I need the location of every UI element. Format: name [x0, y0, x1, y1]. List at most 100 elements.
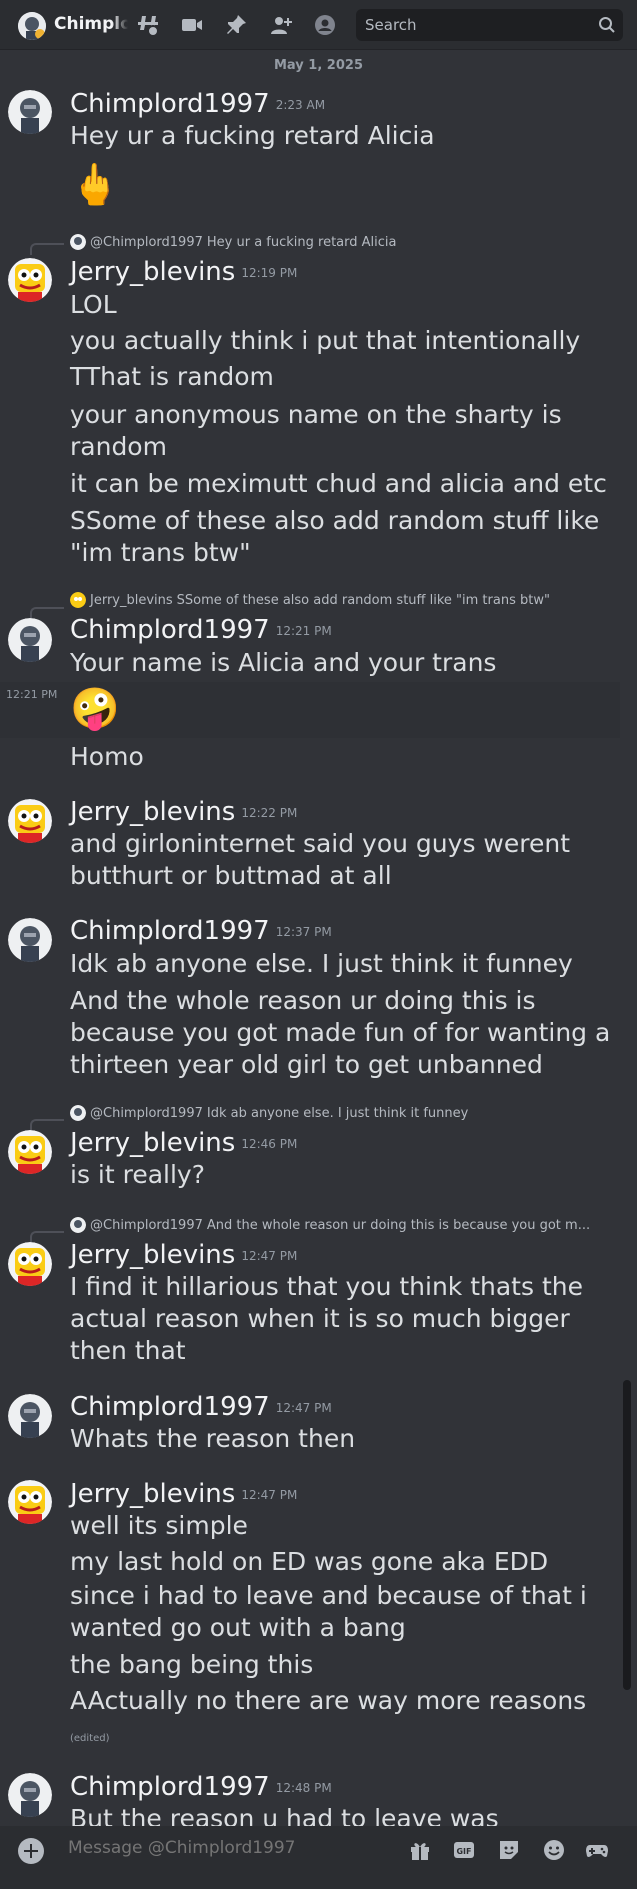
search-placeholder: Search [365, 16, 417, 34]
message-timestamp: 12:46 PM [241, 1136, 298, 1151]
profile-icon[interactable] [313, 13, 337, 37]
reply-text: And the whole reason ur doing this is be… [206, 1217, 591, 1233]
header-avatar[interactable] [18, 12, 46, 40]
reply-reference[interactable]: @Chimplord1997 Idk ab anyone else. I jus… [70, 1105, 468, 1121]
search-icon[interactable] [597, 15, 617, 35]
reply-author: Jerry_blevins [90, 592, 173, 608]
threads-icon[interactable] [136, 13, 160, 37]
message-author[interactable]: Jerry_blevins 12:22 PM [70, 797, 297, 828]
reply-spine [30, 243, 64, 255]
search-bar[interactable]: Search [356, 9, 623, 41]
message-author[interactable]: Jerry_blevins 12:19 PM [70, 257, 297, 288]
message-author[interactable]: Chimplord1997 12:47 PM [70, 1392, 332, 1423]
message-input[interactable] [68, 1838, 388, 1858]
header-title[interactable]: Chimplord1997 [54, 14, 128, 34]
gif-icon[interactable]: GIF [451, 1837, 477, 1863]
date-separator: May 1, 2025 [273, 58, 363, 73]
avatar-chimplord[interactable] [8, 1394, 52, 1438]
message-line: you actually think i put that intentiona… [70, 326, 581, 355]
avatar-jerry[interactable] [8, 258, 52, 302]
message-line: TThat is random [70, 362, 274, 391]
reply-reference[interactable]: Jerry_blevins SSome of these also add ra… [70, 592, 550, 608]
message-timestamp: 12:21 PM [275, 623, 332, 638]
gift-icon[interactable] [407, 1837, 433, 1863]
message-line: since i had to leave and because of that… [70, 1581, 587, 1610]
message-line: then that [70, 1336, 186, 1365]
reply-text: Hey ur a fucking retard Alicia [206, 234, 397, 250]
message-line: wanted go out with a bang [70, 1613, 406, 1642]
message-author[interactable]: Jerry_blevins 12:47 PM [70, 1479, 297, 1510]
message-timestamp: 12:37 PM [275, 924, 332, 939]
activity-icon[interactable] [584, 1837, 610, 1863]
reply-reference[interactable]: @Chimplord1997 Hey ur a fucking retard A… [70, 234, 396, 250]
sticker-icon[interactable] [496, 1837, 522, 1863]
svg-text:GIF: GIF [456, 1847, 471, 1856]
message-timestamp: 12:47 PM [275, 1400, 332, 1415]
message-timestamp: 12:19 PM [241, 265, 298, 280]
message-timestamp: 12:47 PM [241, 1487, 298, 1502]
scrollbar-thumb[interactable] [623, 1380, 631, 1690]
message-line: actual reason when it is so much bigger [70, 1304, 570, 1333]
message-author[interactable]: Chimplord1997 12:48 PM [70, 1772, 332, 1803]
message-line: SSome of these also add random stuff lik… [70, 506, 600, 535]
middle-finger-emoji: 🖕 [70, 162, 120, 208]
reply-spine [30, 1231, 64, 1243]
dm-header: Chimplord1997 Search [0, 0, 637, 50]
reply-avatar [70, 1105, 86, 1121]
add-friend-icon[interactable] [269, 13, 293, 37]
message-author[interactable]: Chimplord1997 12:21 PM [70, 615, 332, 646]
reply-spine [30, 607, 64, 619]
emoji-icon[interactable] [541, 1837, 567, 1863]
message-line: Your name is Alicia and your trans [70, 648, 497, 677]
edited-label: (edited) [70, 1733, 110, 1744]
reply-reference[interactable]: @Chimplord1997 And the whole reason ur d… [70, 1217, 590, 1233]
message-line: AActually no there are way more reasons [70, 1686, 587, 1715]
plus-icon[interactable] [18, 1838, 44, 1864]
message-line: I find it hillarious that you think that… [70, 1272, 583, 1301]
message-timestamp: 12:48 PM [275, 1780, 332, 1795]
message-line: "im trans btw" [70, 538, 251, 567]
avatar-chimplord[interactable] [8, 918, 52, 962]
avatar-jerry[interactable] [8, 1242, 52, 1286]
message-author[interactable]: Chimplord1997 12:37 PM [70, 916, 332, 947]
message-timestamp: 12:22 PM [241, 805, 298, 820]
message-line: thirteen year old girl to get unbanned [70, 1050, 543, 1079]
pin-icon[interactable] [224, 13, 248, 37]
message-author[interactable]: Jerry_blevins 12:46 PM [70, 1128, 297, 1159]
avatar-jerry[interactable] [8, 1480, 52, 1524]
message-timestamp: 12:47 PM [241, 1248, 298, 1263]
message-line: random [70, 432, 167, 461]
avatar-chimplord[interactable] [8, 90, 52, 134]
message-line: my last hold on ED was gone aka EDD [70, 1547, 549, 1576]
message-line: well its simple [70, 1511, 248, 1540]
message-line: Idk ab anyone else. I just think it funn… [70, 949, 573, 978]
hover-timestamp: 12:21 PM [6, 688, 58, 701]
message-line: your anonymous name on the sharty is [70, 400, 562, 429]
reply-author: @Chimplord1997 [90, 1217, 203, 1233]
reply-avatar [70, 1217, 86, 1233]
message-line: and girloninternet said you guys werent [70, 829, 570, 858]
zany-face-emoji: 🤪 [70, 686, 120, 732]
video-call-icon[interactable] [180, 13, 204, 37]
reply-avatar [70, 234, 86, 250]
avatar-chimplord[interactable] [8, 1773, 52, 1817]
message-line: Homo [70, 742, 144, 771]
avatar-jerry[interactable] [8, 799, 52, 843]
message-timestamp: 2:23 AM [275, 97, 326, 112]
avatar-jerry[interactable] [8, 1130, 52, 1174]
message-line: butthurt or buttmad at all [70, 861, 392, 890]
reply-text: SSome of these also add random stuff lik… [176, 592, 550, 608]
reply-spine [30, 1119, 64, 1131]
reply-text: Idk ab anyone else. I just think it funn… [206, 1105, 469, 1121]
message-line: LOL [70, 290, 117, 319]
message-author[interactable]: Chimplord1997 2:23 AM [70, 89, 325, 120]
message-line: Whats the reason then [70, 1424, 356, 1453]
reply-author: @Chimplord1997 [90, 234, 203, 250]
reply-author: @Chimplord1997 [90, 1105, 203, 1121]
message-line: the bang being this [70, 1650, 314, 1679]
message-line: it can be meximutt chud and alicia and e… [70, 469, 607, 498]
avatar-chimplord[interactable] [8, 618, 52, 662]
message-line: is it really? [70, 1160, 205, 1189]
message-line: because you got made fun of for wanting … [70, 1018, 611, 1047]
message-author[interactable]: Jerry_blevins 12:47 PM [70, 1240, 297, 1271]
